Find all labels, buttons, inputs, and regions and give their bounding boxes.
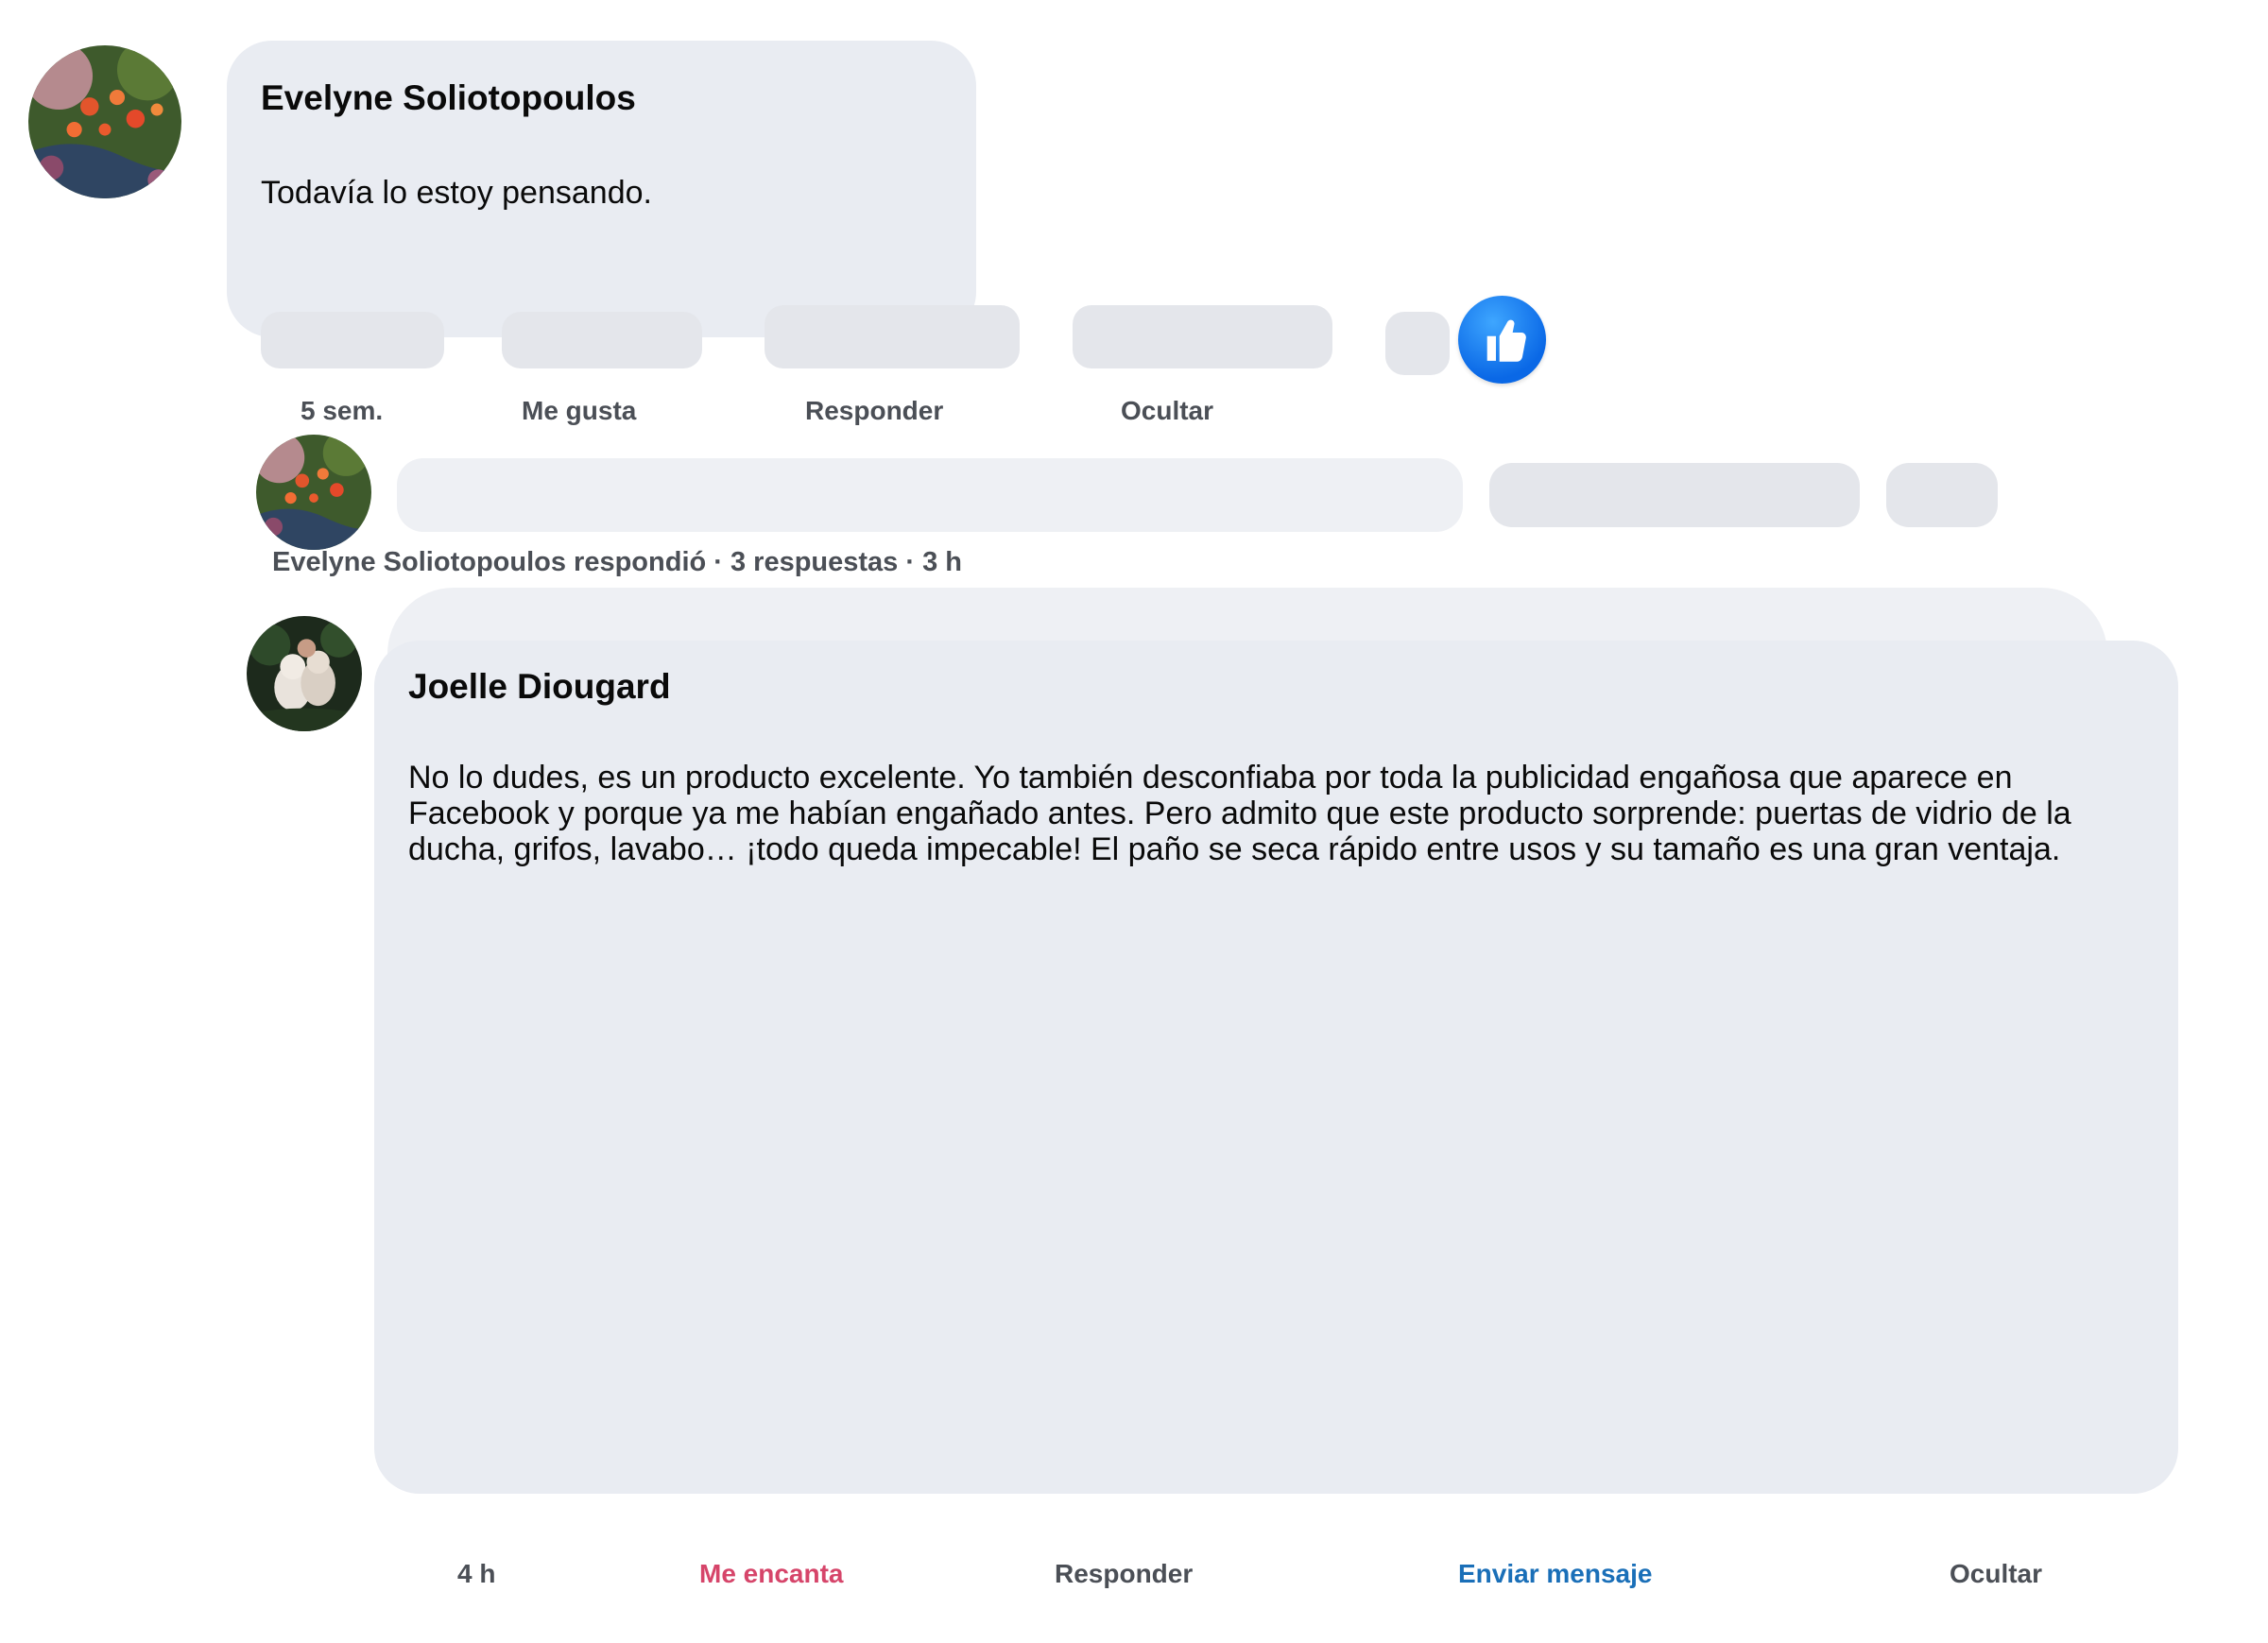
hide-button[interactable]: Ocultar (1121, 396, 1213, 426)
placeholder-pill (261, 312, 444, 368)
comment-time[interactable]: 5 sem. (301, 396, 383, 426)
view-replies-link[interactable]: Evelyne Soliotopoulos respondió · 3 resp… (272, 547, 962, 578)
comment-author[interactable]: Evelyne Soliotopoulos (261, 78, 636, 118)
hide-button[interactable]: Ocultar (1950, 1559, 2042, 1589)
placeholder-pill (765, 305, 1020, 368)
comment-text: Todavía lo estoy pensando. (261, 175, 652, 211)
send-message-button[interactable]: Enviar mensaje (1458, 1559, 1652, 1589)
comment-bubble-evelyne: Evelyne Soliotopoulos Todavía lo estoy p… (227, 41, 976, 337)
reply-button[interactable]: Responder (1055, 1559, 1193, 1589)
avatar-evelyne[interactable] (28, 45, 181, 198)
placeholder-pill (1489, 463, 1860, 527)
avatar-evelyne-small[interactable] (256, 435, 371, 550)
comment-bubble-joelle: Joelle Diougard No lo dudes, es un produ… (374, 641, 2178, 1494)
thumbs-up-icon[interactable] (1458, 296, 1546, 384)
avatar-joelle[interactable] (247, 616, 362, 731)
comment-text: No lo dudes, es un producto excelente. Y… (408, 760, 2071, 867)
placeholder-bar (397, 458, 1463, 532)
love-reaction-button[interactable]: Me encanta (699, 1559, 844, 1589)
comment-time[interactable]: 4 h (457, 1559, 495, 1589)
like-button[interactable]: Me gusta (522, 396, 636, 426)
placeholder-pill (1886, 463, 1998, 527)
reply-button[interactable]: Responder (805, 396, 943, 426)
placeholder-pill (1385, 312, 1450, 375)
placeholder-pill (1073, 305, 1332, 368)
comment-author[interactable]: Joelle Diougard (408, 667, 671, 707)
placeholder-pill (502, 312, 702, 368)
